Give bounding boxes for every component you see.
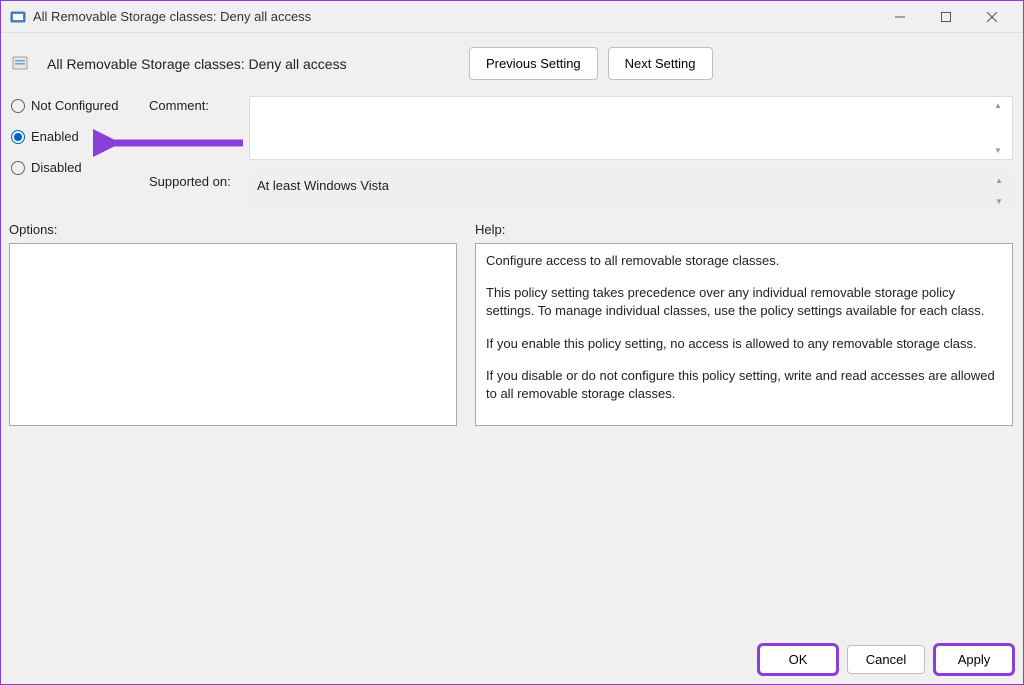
sections: Options: Help: Configure access to all r… bbox=[1, 210, 1023, 426]
radio-icon bbox=[11, 130, 25, 144]
next-setting-button[interactable]: Next Setting bbox=[608, 47, 713, 80]
radio-disabled[interactable]: Disabled bbox=[11, 160, 139, 175]
options-box bbox=[9, 243, 457, 426]
arrow-down-icon: ▼ bbox=[994, 146, 1008, 155]
radio-enabled[interactable]: Enabled bbox=[11, 129, 139, 144]
radio-label: Disabled bbox=[31, 160, 82, 175]
help-text: If you disable or do not configure this … bbox=[486, 367, 1002, 403]
help-text: If you enable this policy setting, no ac… bbox=[486, 335, 1002, 353]
comment-input[interactable]: ▲ ▼ bbox=[249, 96, 1013, 160]
minimize-button[interactable] bbox=[877, 1, 923, 33]
scroll-arrows[interactable]: ▲ ▼ bbox=[994, 101, 1008, 155]
arrow-up-icon: ▲ bbox=[994, 101, 1008, 110]
policy-title: All Removable Storage classes: Deny all … bbox=[47, 56, 457, 72]
supported-row: Supported on: At least Windows Vista ▲ ▼ bbox=[149, 172, 1013, 210]
radio-label: Not Configured bbox=[31, 98, 118, 113]
app-icon bbox=[9, 8, 27, 26]
help-box: Configure access to all removable storag… bbox=[475, 243, 1013, 426]
close-button[interactable] bbox=[969, 1, 1015, 33]
radio-label: Enabled bbox=[31, 129, 79, 144]
footer-buttons: OK Cancel Apply bbox=[759, 645, 1013, 674]
previous-setting-button[interactable]: Previous Setting bbox=[469, 47, 598, 80]
comment-label: Comment: bbox=[149, 96, 239, 160]
options-column: Options: bbox=[9, 222, 457, 426]
arrow-down-icon: ▼ bbox=[995, 197, 1009, 206]
maximize-button[interactable] bbox=[923, 1, 969, 33]
scroll-arrows[interactable]: ▲ ▼ bbox=[995, 176, 1009, 206]
header: All Removable Storage classes: Deny all … bbox=[1, 33, 1023, 92]
window-controls bbox=[877, 1, 1015, 33]
apply-button[interactable]: Apply bbox=[935, 645, 1013, 674]
comment-row: Comment: ▲ ▼ bbox=[149, 96, 1013, 160]
options-label: Options: bbox=[9, 222, 457, 237]
radio-icon bbox=[11, 161, 25, 175]
help-label: Help: bbox=[475, 222, 1013, 237]
arrow-up-icon: ▲ bbox=[995, 176, 1009, 185]
cancel-button[interactable]: Cancel bbox=[847, 645, 925, 674]
help-text: Configure access to all removable storag… bbox=[486, 252, 1002, 270]
radio-group: Not Configured Enabled Disabled bbox=[11, 96, 139, 210]
supported-label: Supported on: bbox=[149, 172, 239, 210]
config-area: Not Configured Enabled Disabled Comment:… bbox=[1, 92, 1023, 210]
fields: Comment: ▲ ▼ Supported on: At least Wind… bbox=[149, 96, 1013, 210]
ok-button[interactable]: OK bbox=[759, 645, 837, 674]
supported-value: At least Windows Vista bbox=[257, 178, 389, 193]
titlebar: All Removable Storage classes: Deny all … bbox=[1, 1, 1023, 33]
radio-not-configured[interactable]: Not Configured bbox=[11, 98, 139, 113]
supported-box: At least Windows Vista ▲ ▼ bbox=[249, 172, 1013, 210]
policy-icon bbox=[11, 54, 31, 74]
help-column: Help: Configure access to all removable … bbox=[475, 222, 1013, 426]
help-text: This policy setting takes precedence ove… bbox=[486, 284, 1002, 320]
window-title: All Removable Storage classes: Deny all … bbox=[33, 9, 877, 24]
nav-buttons: Previous Setting Next Setting bbox=[469, 47, 713, 80]
radio-icon bbox=[11, 99, 25, 113]
